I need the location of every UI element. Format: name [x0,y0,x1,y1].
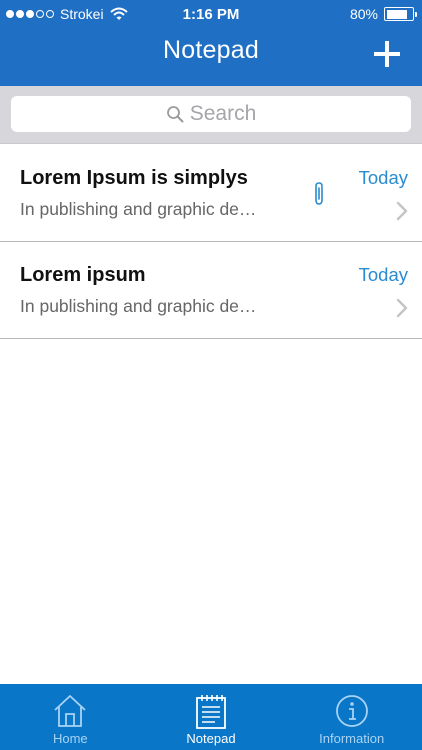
note-preview: In publishing and graphic de… [20,199,257,219]
chevron-right-icon [396,298,408,318]
page-title: Notepad [163,36,259,64]
tab-label: Home [52,731,88,746]
list-item[interactable]: Lorem ipsum In publishing and graphic de… [0,242,422,339]
note-title: Lorem ipsum [20,264,146,286]
tab-home[interactable]: Home [0,684,141,750]
paperclip-icon [315,182,323,205]
info-icon [335,695,368,727]
status-right: 80% [349,6,417,22]
note-list: Lorem Ipsum is simplys In publishing and… [0,145,422,339]
note-date: Today [358,167,408,188]
tab-bar: Home Notepad Information [0,684,422,750]
note-preview: In publishing and graphic de… [20,296,257,316]
search-bar: Search [0,86,422,144]
status-bar: Strokei 1:16 PM 80% [0,0,422,30]
note-title: Lorem Ipsum is simplys [20,167,248,189]
header: Strokei 1:16 PM 80% Notepad [0,0,422,86]
tab-label: Notepad [186,731,236,746]
chevron-right-icon [396,201,408,221]
search-placeholder: Search [189,102,257,125]
search-icon [166,106,184,123]
home-icon [54,695,86,727]
note-date: Today [358,264,408,285]
tab-label: Information [319,731,385,746]
list-item[interactable]: Lorem Ipsum is simplys In publishing and… [0,145,422,242]
battery-icon [384,7,417,21]
tab-information[interactable]: Information [281,684,422,750]
battery-percent: 80% [349,6,378,22]
notepad-icon [196,695,226,729]
tab-notepad[interactable]: Notepad [141,684,282,750]
add-note-button[interactable] [372,39,402,69]
search-input[interactable]: Search [11,96,411,132]
